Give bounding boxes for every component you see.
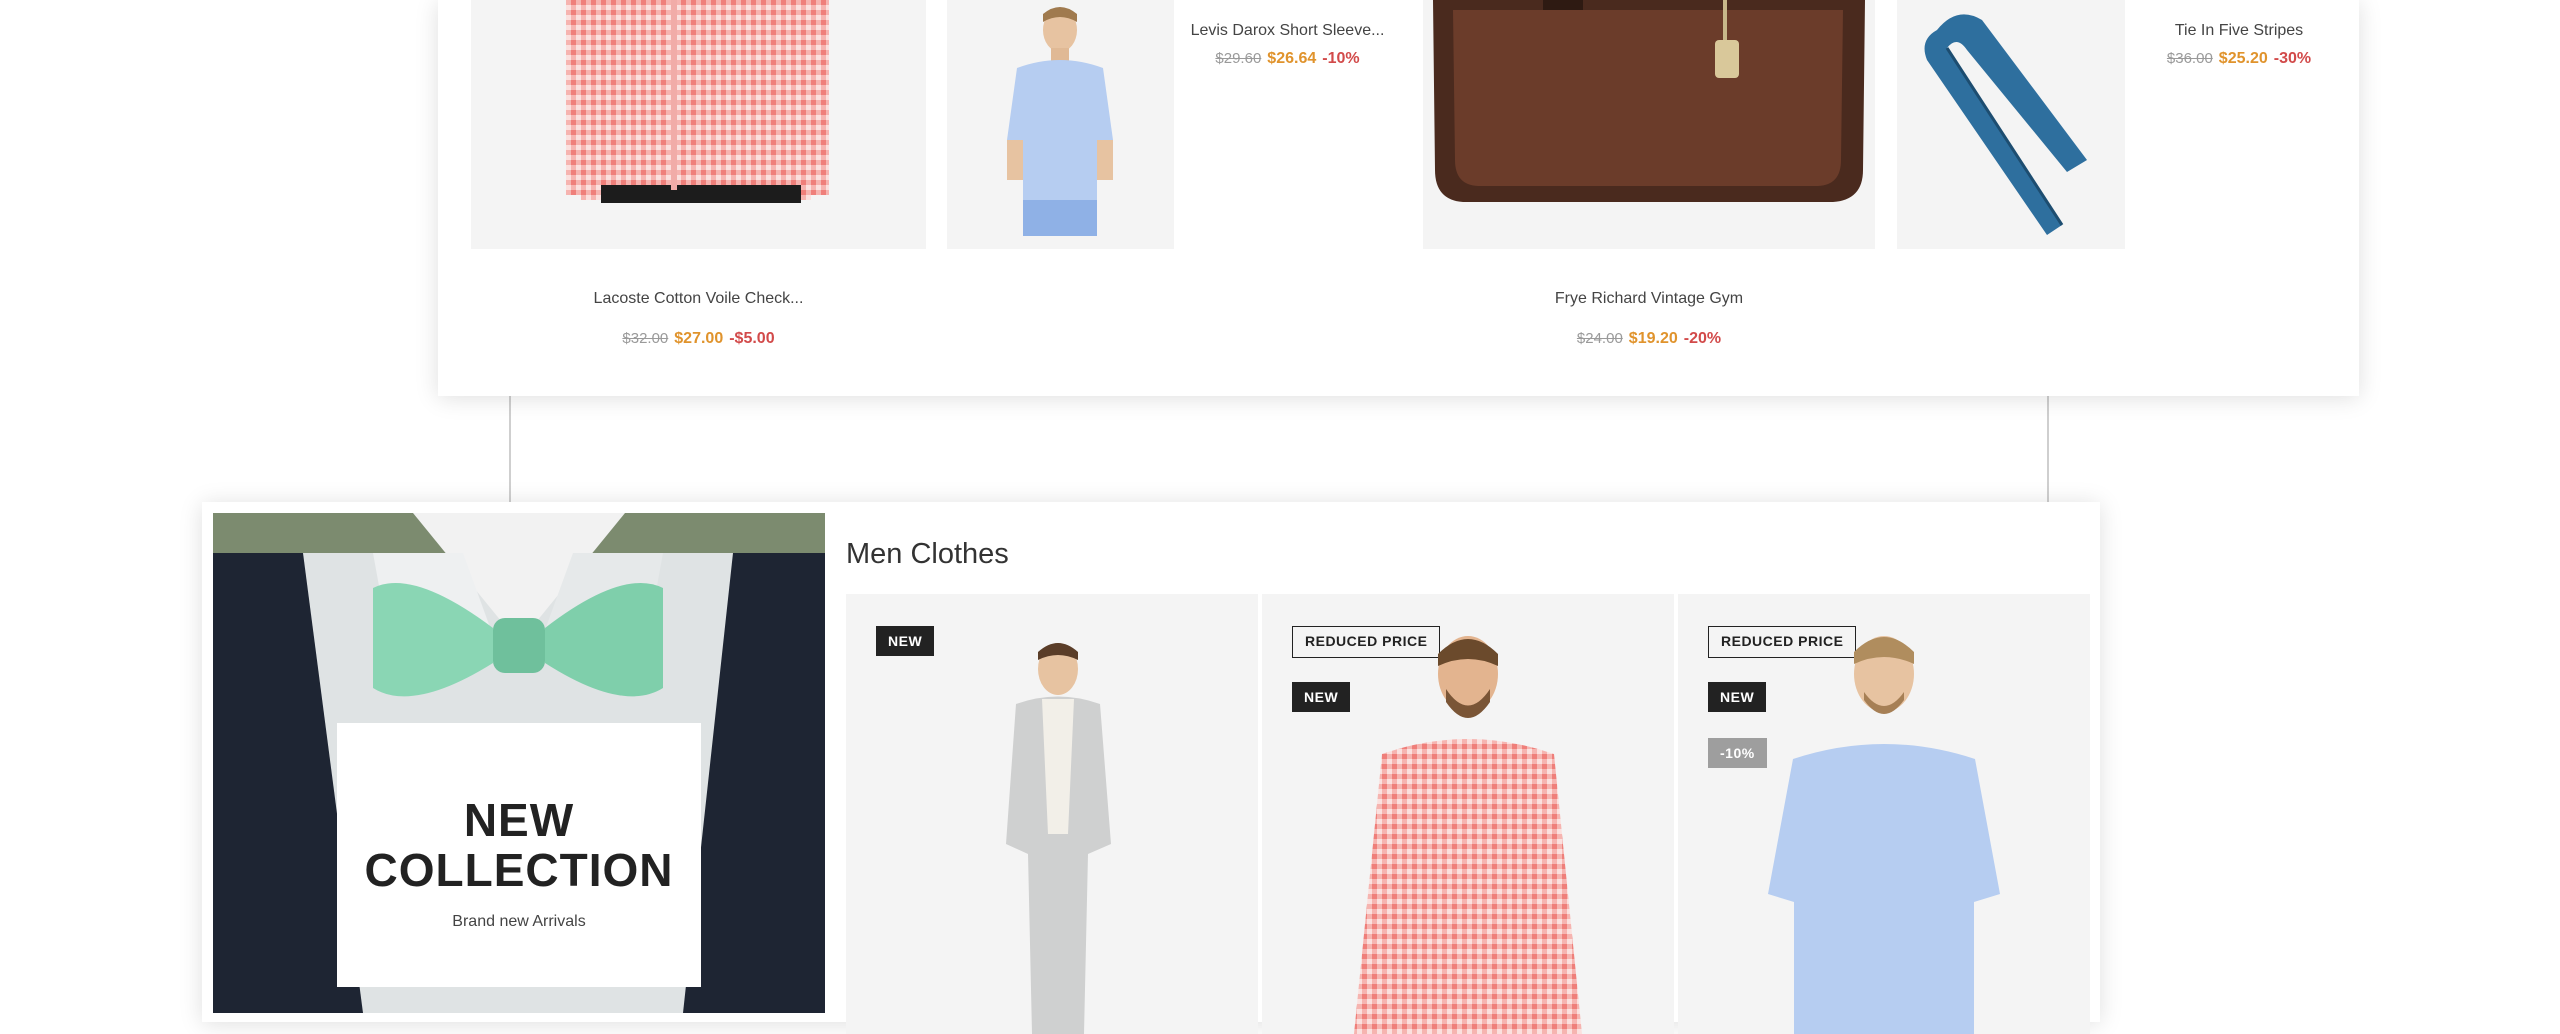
- product-price-row: $36.00 $25.20 -30%: [2125, 50, 2353, 68]
- product-price-row: $32.00 $27.00 -$5.00: [471, 330, 926, 348]
- men-clothes-section: NEW COLLECTION Brand new Arrivals Men Cl…: [202, 502, 2100, 1034]
- discount-label: -30%: [2273, 50, 2312, 67]
- shirt-red-check-image: [566, 0, 829, 203]
- current-price: $26.64: [1267, 50, 1317, 67]
- discount-label: -10%: [1322, 50, 1360, 67]
- product-name[interactable]: Frye Richard Vintage Gym: [1423, 290, 1875, 308]
- old-price: $32.00: [622, 330, 669, 347]
- leather-bag-image: [1433, 0, 1865, 202]
- product-name[interactable]: Lacoste Cotton Voile Check...: [471, 290, 926, 308]
- section-title: Men Clothes: [846, 538, 1009, 570]
- blue-shirt-man-image: [1768, 636, 2000, 1034]
- old-price: $29.60: [1215, 50, 1262, 67]
- product-name[interactable]: Tie In Five Stripes: [2125, 22, 2353, 40]
- current-price: $19.20: [1628, 330, 1678, 347]
- blue-tie-image: [1924, 14, 2087, 235]
- product-card[interactable]: REDUCED PRICE NEW: [1262, 594, 1674, 1034]
- product-image-lacoste[interactable]: [471, 0, 926, 249]
- new-collection-banner[interactable]: NEW COLLECTION Brand new Arrivals: [213, 513, 825, 1013]
- product-image-frye[interactable]: [1423, 0, 1875, 249]
- product-image-levis[interactable]: [947, 0, 1174, 249]
- product-carousel-card: Lacoste Cotton Voile Check... $32.00 $27.…: [438, 0, 2359, 396]
- divider-line-right: [2047, 390, 2049, 505]
- product-card[interactable]: NEW: [846, 594, 1258, 1034]
- product-price-row: $29.60 $26.64 -10%: [1174, 50, 1401, 68]
- divider-line-left: [509, 390, 511, 505]
- blue-shirt-man-image: [1007, 7, 1113, 236]
- product-image-tie[interactable]: [1897, 0, 2125, 249]
- old-price: $24.00: [1576, 330, 1623, 347]
- product-card[interactable]: REDUCED PRICE NEW -10%: [1678, 594, 2090, 1034]
- grey-suit-man-image: [1006, 643, 1111, 1034]
- product-price-row: $24.00 $19.20 -20%: [1423, 330, 1875, 348]
- new-collection-title: NEW COLLECTION: [364, 794, 674, 896]
- new-collection-box: NEW COLLECTION Brand new Arrivals: [337, 723, 701, 987]
- old-price: $36.00: [2166, 50, 2213, 67]
- product-name[interactable]: Levis Darox Short Sleeve...: [1174, 22, 1401, 40]
- current-price: $25.20: [2218, 50, 2268, 67]
- new-collection-subtitle: Brand new Arrivals: [452, 913, 586, 930]
- current-price: $27.00: [674, 330, 724, 347]
- red-check-shirt-man-image: [1354, 636, 1582, 1034]
- discount-label: -$5.00: [729, 330, 775, 347]
- discount-label: -20%: [1683, 330, 1722, 347]
